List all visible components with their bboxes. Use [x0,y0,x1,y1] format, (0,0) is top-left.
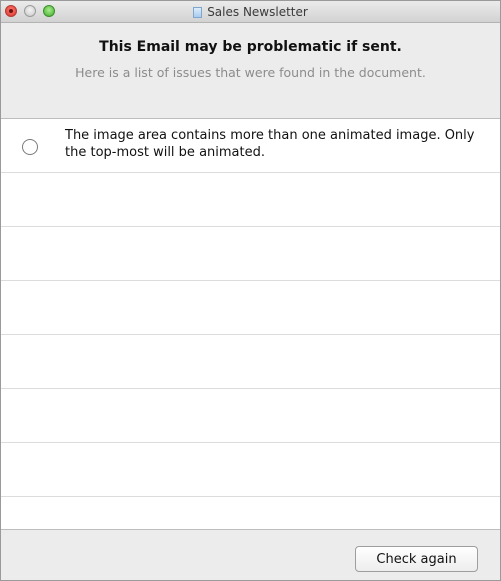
window-title-wrap: Sales Newsletter [1,1,500,23]
issue-radio-button[interactable] [22,139,38,155]
document-icon [193,6,203,18]
empty-row [1,443,500,497]
check-again-button[interactable]: Check again [355,546,478,572]
title-bar: Sales Newsletter [1,1,500,23]
dialog-subline: Here is a list of issues that were found… [75,65,426,80]
dialog-header: This Email may be problematic if sent. H… [1,23,500,119]
issues-list[interactable]: The image area contains more than one an… [1,119,500,530]
window: Sales Newsletter This Email may be probl… [0,0,501,581]
issue-text: The image area contains more than one an… [65,128,475,160]
empty-row [1,389,500,443]
dialog-headline: This Email may be problematic if sent. [99,39,402,55]
empty-row [1,335,500,389]
empty-row [1,227,500,281]
window-title: Sales Newsletter [207,5,308,19]
empty-row [1,281,500,335]
issue-row[interactable]: The image area contains more than one an… [1,119,500,173]
empty-row [1,497,500,529]
dialog-footer: Check again [1,530,500,580]
empty-row [1,173,500,227]
